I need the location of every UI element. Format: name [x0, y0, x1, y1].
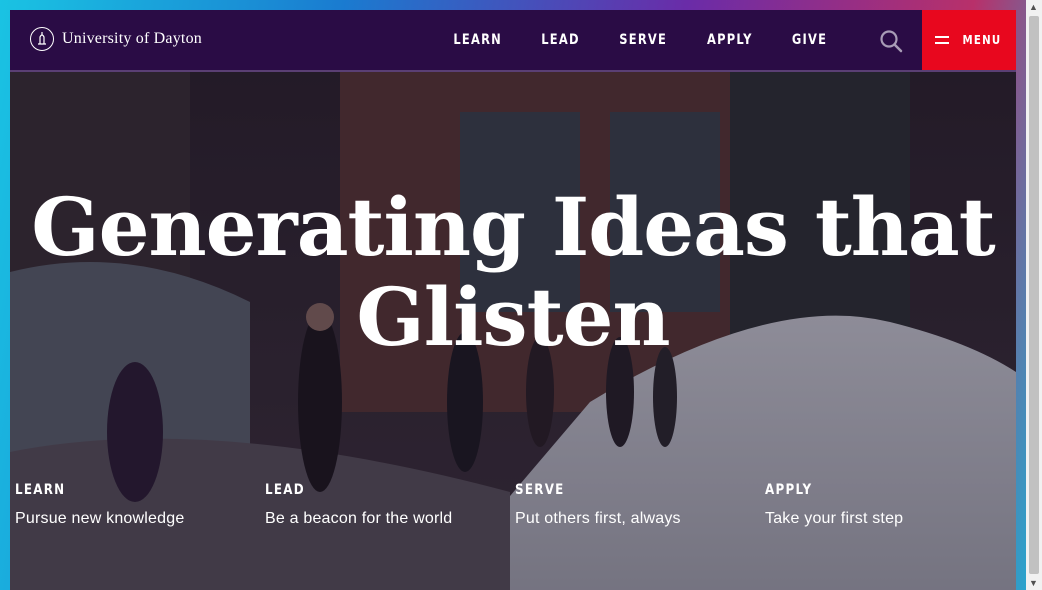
primary-nav: LEARN LEAD SERVE APPLY GIVE [433, 10, 846, 70]
site-header: University of Dayton LEARN LEAD SERVE AP… [10, 10, 1016, 72]
hamburger-icon [934, 36, 949, 44]
university-logo[interactable]: University of Dayton [30, 27, 202, 51]
nav-learn[interactable]: LEARN [441, 32, 514, 48]
pillar-description: Be a beacon for the world [265, 510, 453, 527]
pillar-apply[interactable]: APPLY Take your first step [765, 482, 1015, 528]
pillar-description: Pursue new knowledge [15, 510, 185, 527]
pillar-links: LEARN Pursue new knowledge LEAD Be a bea… [15, 482, 1015, 528]
search-icon[interactable] [878, 28, 904, 54]
pillar-title: LEAD [265, 482, 305, 498]
hero-banner: Generating Ideas that Glisten LEARN Purs… [10, 72, 1016, 590]
pillar-lead[interactable]: LEAD Be a beacon for the world [265, 482, 515, 528]
chapel-seal-icon [30, 27, 54, 51]
logo-text: University of Dayton [62, 30, 202, 47]
nav-apply[interactable]: APPLY [695, 32, 765, 48]
scroll-up-icon[interactable]: ▲ [1029, 2, 1038, 12]
nav-lead[interactable]: LEAD [529, 32, 592, 48]
menu-button[interactable]: MENU [922, 10, 1016, 70]
pillar-title: SERVE [515, 482, 565, 498]
pillar-description: Take your first step [765, 510, 904, 527]
page-scrollbar[interactable]: ▲ ▼ [1026, 0, 1042, 590]
pillar-learn[interactable]: LEARN Pursue new knowledge [15, 482, 265, 528]
nav-serve[interactable]: SERVE [607, 32, 679, 48]
pillar-description: Put others first, always [515, 510, 681, 527]
scrollbar-thumb[interactable] [1029, 16, 1039, 574]
hero-headline: Generating Ideas that Glisten [31, 180, 995, 364]
pillar-title: APPLY [765, 482, 813, 498]
scroll-down-icon[interactable]: ▼ [1029, 578, 1038, 588]
pillar-title: LEARN [15, 482, 66, 498]
pillar-serve[interactable]: SERVE Put others first, always [515, 482, 765, 528]
menu-label: MENU [961, 33, 1002, 47]
nav-give[interactable]: GIVE [779, 32, 839, 48]
browser-viewport: University of Dayton LEARN LEAD SERVE AP… [10, 10, 1016, 590]
